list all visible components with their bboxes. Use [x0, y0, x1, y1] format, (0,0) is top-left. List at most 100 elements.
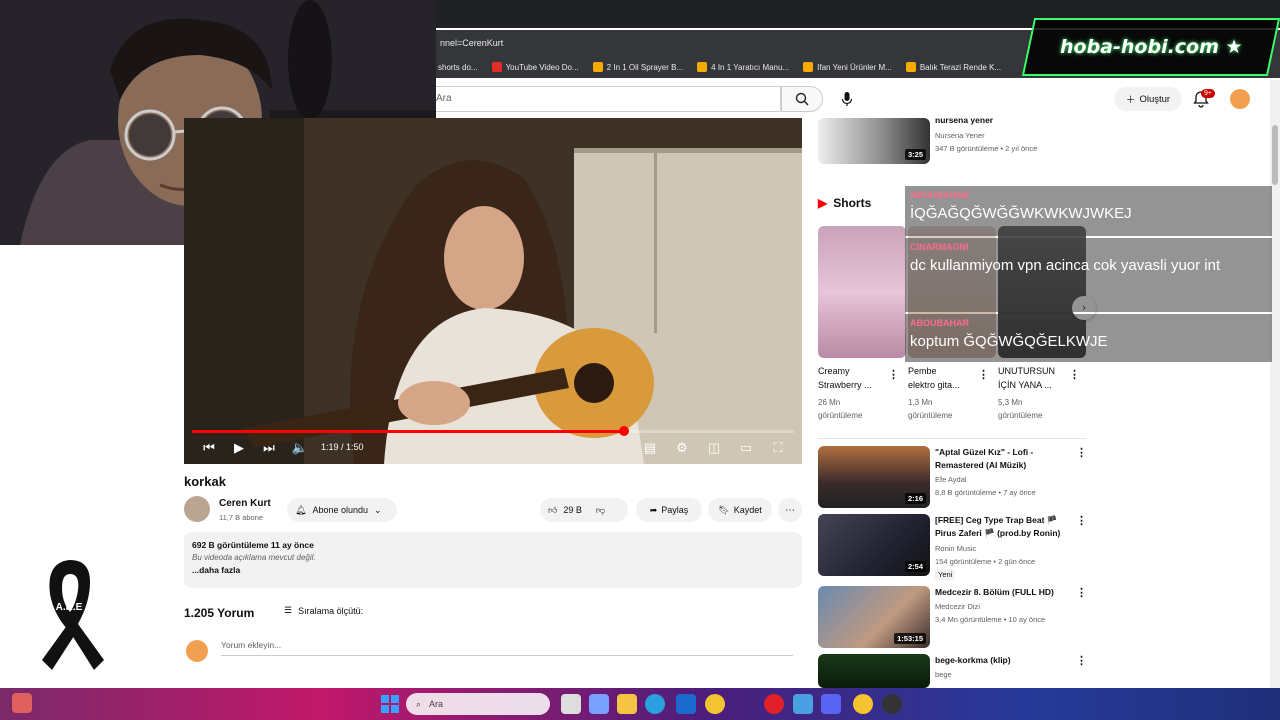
shorts-heading: ▶ Shorts — [818, 196, 871, 210]
miniplayer-icon[interactable]: ◫ — [706, 440, 722, 456]
search-icon: ⌕ — [416, 698, 422, 709]
media-player-icon[interactable] — [764, 694, 784, 714]
short-menu-icon[interactable]: ⋮ — [1069, 368, 1080, 381]
bookmark-item[interactable]: shorts do... — [438, 63, 478, 72]
bookmark-label: 4 In 1 Yaratıcı Manu... — [711, 62, 790, 72]
voice-search-button[interactable] — [836, 88, 858, 110]
thumbs-down-icon[interactable]: 👎︎ — [596, 505, 605, 516]
folder-icon — [592, 62, 603, 72]
weather-widget-icon[interactable] — [12, 693, 32, 713]
short-title[interactable]: UNUTURSUN İÇİN YANA ... — [998, 364, 1076, 392]
video-title[interactable]: Medcezir 8. Bölüm (FULL HD) — [935, 586, 1075, 599]
short-thumbnail[interactable] — [818, 226, 906, 358]
video-title[interactable]: bege-korkma (klip) — [935, 654, 1075, 667]
sort-comments-button[interactable]: ☰ Sıralama ölçütü: — [284, 605, 363, 616]
video-title[interactable]: [FREE] Ceg Type Trap Beat 🏴 Pirus Zaferi… — [935, 514, 1075, 540]
video-channel[interactable]: Nursena Yener — [935, 129, 985, 142]
video-menu-icon[interactable]: ⋮ — [1076, 586, 1087, 599]
share-button[interactable]: ➦ Paylaş — [636, 498, 702, 522]
obs-icon[interactable] — [882, 694, 902, 714]
video-title[interactable]: nursena yener — [935, 114, 993, 127]
video-duration: 1:53:15 — [894, 633, 926, 644]
search-button[interactable] — [781, 86, 823, 112]
video-menu-icon[interactable]: ⋮ — [1076, 654, 1087, 667]
video-duration: 3:25 — [904, 149, 926, 160]
chat-text: koptum ĞQĞWĞQĞELKWJE — [910, 333, 1108, 350]
bookmark-item[interactable]: 4 In 1 Yaratıcı Manu... — [697, 62, 789, 72]
bookmark-item[interactable]: 2 In 1 Oil Sprayer B... — [592, 62, 683, 72]
video-meta: 347 B görüntüleme • 2 yıl önce — [935, 144, 1038, 153]
comment-placeholder: Yorum ekleyin... — [221, 640, 282, 650]
task-view-icon[interactable] — [561, 694, 581, 714]
outlook-icon[interactable] — [676, 694, 696, 714]
subscriber-count: 11,7 B abone — [219, 513, 264, 522]
play-icon[interactable]: ▶ — [231, 440, 247, 456]
chat-username: CINARMAGNI — [910, 242, 969, 252]
comment-count: 1.205 Yorum — [184, 606, 255, 620]
plus-icon: ＋ — [1125, 95, 1136, 106]
bookmark-item[interactable]: Balık Terazi Rende K... — [905, 62, 1002, 72]
search-input[interactable]: Ara — [436, 86, 781, 112]
file-explorer-icon[interactable] — [617, 694, 637, 714]
new-badge: Yeni — [935, 569, 956, 580]
timecode: 1:19 / 1:50 — [321, 442, 364, 452]
video-channel[interactable]: bege — [935, 668, 952, 681]
video-menu-icon[interactable]: ⋮ — [1076, 514, 1087, 527]
video-channel[interactable]: Medcezir Dizi — [935, 600, 980, 613]
add-comment-input[interactable]: Yorum ekleyin... — [221, 640, 793, 656]
create-label: Oluştur — [1139, 93, 1171, 105]
windows-start-icon[interactable] — [380, 694, 400, 714]
next-icon[interactable]: ⏭ — [261, 440, 277, 456]
video-thumbnail[interactable] — [818, 654, 930, 688]
scrollbar-thumb[interactable] — [1272, 125, 1278, 185]
channel-avatar[interactable] — [184, 496, 210, 522]
chat-message: ABOUBAHAR koptum ĞQĞWĞQĞELKWJE — [905, 314, 1272, 362]
short-title[interactable]: Creamy Strawberry ... — [818, 364, 896, 392]
video-thumbnail[interactable]: 2:16 — [818, 446, 930, 508]
bookmark-item[interactable]: Ifan Yeni Ürünler M... — [803, 62, 892, 72]
youtube-icon — [491, 62, 502, 72]
short-title[interactable]: Pembe elektro gita... — [908, 364, 986, 392]
edge-icon[interactable] — [645, 694, 665, 714]
photos-icon[interactable] — [793, 694, 813, 714]
chrome-icon[interactable] — [853, 694, 873, 714]
copilot-icon[interactable] — [589, 694, 609, 714]
share-icon: ➦ — [649, 504, 658, 515]
video-meta: 8,8 B görüntüleme • 7 ay önce — [935, 488, 1036, 497]
video-thumbnail[interactable]: 2:54 — [818, 514, 930, 576]
theater-mode-icon[interactable]: ▭ — [738, 440, 754, 456]
short-menu-icon[interactable]: ⋮ — [978, 368, 989, 381]
fullscreen-icon[interactable]: ⛶ — [770, 440, 786, 456]
description-box[interactable]: 692 B görüntüleme 11 ay önce Bu videoda … — [184, 532, 802, 588]
video-title[interactable]: "Aptal Güzel Kız" - Lofi - Remastered (A… — [935, 446, 1065, 472]
chat-username: ABOUBAHAR — [910, 190, 969, 200]
thumbs-up-icon: 👍︎ — [548, 504, 558, 515]
like-button[interactable]: 👍︎ 29 B 👎︎ — [540, 498, 628, 522]
channel-name[interactable]: Ceren Kurt — [219, 498, 271, 509]
subscribe-button[interactable]: 🔔︎ Abone olundu ⌄ — [287, 498, 397, 522]
more-actions-button[interactable]: ⋯ — [778, 498, 802, 522]
chrome-icon[interactable] — [705, 694, 725, 714]
video-channel[interactable]: Ronin Music — [935, 542, 976, 555]
video-thumbnail[interactable]: 1:53:15 — [818, 586, 930, 648]
taskbar-search[interactable]: ⌕ Ara — [406, 693, 550, 715]
save-button[interactable]: 🔖︎ Kaydet — [708, 498, 772, 522]
video-meta: 3,4 Mn görüntüleme • 10 ay önce — [935, 615, 1046, 624]
short-menu-icon[interactable]: ⋮ — [888, 368, 899, 381]
settings-gear-icon[interactable]: ⚙ — [674, 440, 690, 456]
video-channel[interactable]: Efe Aydal — [935, 473, 967, 486]
bookmark-item[interactable]: YouTube Video Do... — [491, 62, 579, 72]
shorts-icon: ▶ — [818, 196, 828, 210]
volume-icon[interactable]: 🔈 — [292, 440, 308, 456]
show-more-link[interactable]: ...daha fazla — [192, 565, 794, 575]
video-menu-icon[interactable]: ⋮ — [1076, 446, 1087, 459]
subtitles-icon[interactable]: ▤ — [642, 440, 658, 456]
discord-icon[interactable] — [821, 694, 841, 714]
account-avatar[interactable] — [1230, 89, 1250, 109]
video-thumbnail[interactable]: 3:25 — [818, 118, 930, 164]
search-icon — [795, 92, 809, 106]
create-button[interactable]: ＋ Oluştur — [1114, 87, 1182, 111]
video-player[interactable] — [184, 118, 802, 464]
previous-icon[interactable]: ⏮ — [201, 440, 217, 456]
bookmark-label: Balık Terazi Rende K... — [919, 62, 1002, 72]
